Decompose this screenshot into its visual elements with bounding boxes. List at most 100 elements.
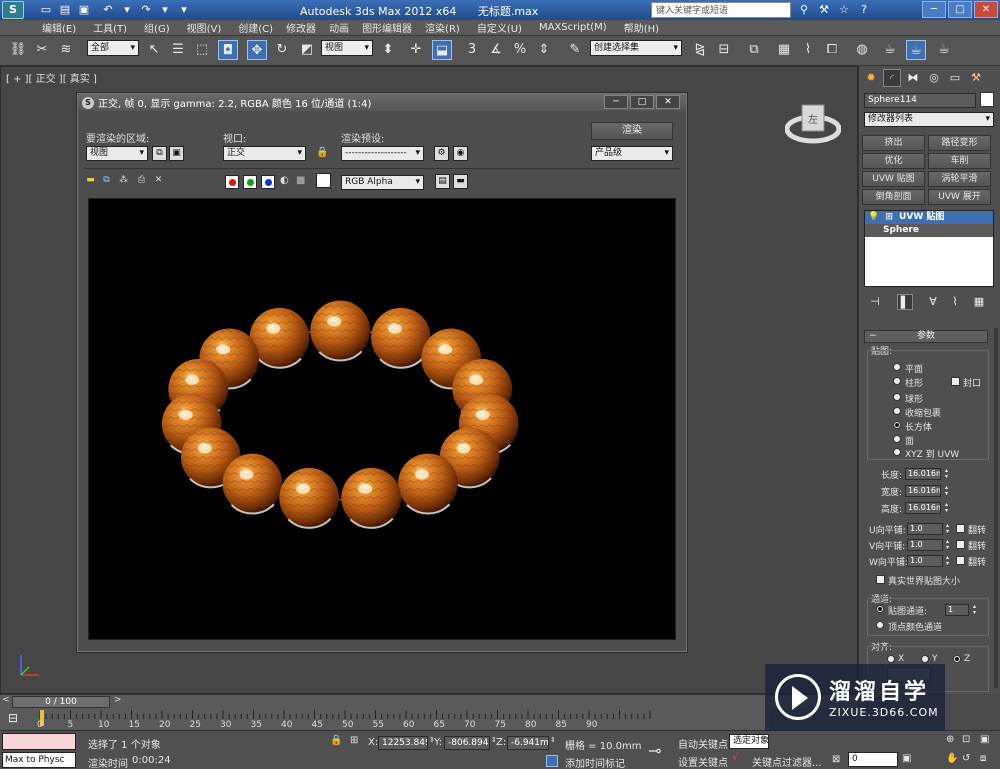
mapping-planar-radio[interactable] [893,363,901,371]
current-frame-field[interactable]: 0 [848,752,898,767]
maxscript-listener-input[interactable] [2,733,76,750]
display-channel-dropdown[interactable]: RGB Alpha [341,175,424,190]
modifier-uvw-map-button[interactable]: UVW 贴图 [862,171,925,187]
zoom-icon[interactable]: ⊕ [946,734,954,745]
key-mode-icon[interactable]: ⊠ [832,754,840,765]
length-spinner-arrows-icon[interactable]: ▴ ▾ [943,468,950,480]
command-panel-scrollbar[interactable] [994,328,998,688]
make-unique-icon[interactable]: ∀ [925,294,941,310]
parameters-rollout-header[interactable]: − 参数 [864,330,988,343]
rectangular-selection-icon[interactable]: ⬚ [192,40,212,60]
pan-icon[interactable]: ✋ [946,753,958,764]
display-tab-icon[interactable]: ▭ [946,69,964,87]
area-to-render-dropdown[interactable]: 视图 [86,146,148,161]
menu-customize[interactable]: 自定义(U) [477,20,522,35]
z-spinner-arrows-icon[interactable]: ⇕ [550,736,556,744]
w-flip-checkbox[interactable] [956,556,965,565]
map-channel-radio[interactable] [876,605,884,613]
render-setup-icon[interactable]: ☕ [880,40,900,60]
close-button[interactable]: ✕ [974,1,998,18]
minimize-button[interactable]: ─ [922,1,946,18]
select-object-icon[interactable]: ↖ [144,40,164,60]
help-icon[interactable]: ? [856,2,872,18]
select-and-move-icon[interactable]: ✥ [247,40,267,60]
pivot-center-icon[interactable]: ⬍ [378,40,398,60]
app-logo-icon[interactable]: S [2,1,24,19]
quick-access-open-icon[interactable]: ▤ [57,2,73,18]
selection-filter-dropdown[interactable]: 全部 [87,40,139,56]
mapping-shrink-wrap-radio[interactable] [893,407,901,415]
mapping-face-radio[interactable] [893,435,901,443]
u-tile-spinner-arrows-icon[interactable]: ▴ ▾ [944,523,951,535]
named-selection-dropdown[interactable]: 创建选择集 [590,40,682,56]
clear-icon[interactable]: ✕ [151,174,166,189]
modifier-unwrap-uvw-button[interactable]: UVW 展开 [928,189,991,205]
menu-graph-editors[interactable]: 图形编辑器 [362,20,412,35]
mapping-cylindrical-radio[interactable] [893,377,901,385]
map-channel-spinner[interactable]: 1 [945,604,969,616]
align-y-radio[interactable] [921,655,929,663]
time-slider-handle[interactable]: 0 / 100 [12,696,110,708]
u-tile-spinner[interactable]: 1.0 [907,523,943,535]
map-channel-spinner-arrows-icon[interactable]: ▴ ▾ [971,604,978,616]
time-slider-next-icon[interactable]: > [114,695,122,705]
swatch-color[interactable] [316,173,331,188]
menu-edit[interactable]: 编辑(E) [42,20,76,35]
render-preset-dropdown[interactable]: ------------------- [341,146,424,161]
reference-coordinate-dropdown[interactable]: 视图 [321,40,373,56]
modifier-lathe-button[interactable]: 车削 [928,153,991,169]
mirror-icon[interactable]: ⧎ [690,40,710,60]
mapping-box-radio[interactable] [893,421,901,429]
object-name-field[interactable]: Sphere114 [864,93,976,108]
graphite-ribbon-icon[interactable]: ▦ [774,40,794,60]
align-x-radio[interactable] [887,655,895,663]
select-by-name-icon[interactable]: ☰ [168,40,188,60]
w-tile-spinner-arrows-icon[interactable]: ▴ ▾ [944,555,951,567]
set-key-button[interactable]: 设置关键点 [678,754,728,769]
configure-sets-icon[interactable]: ▦ [971,294,987,310]
v-tile-spinner[interactable]: 1.0 [907,539,943,551]
render-canvas[interactable] [88,198,676,640]
curve-editor-icon[interactable]: ⌇ [798,40,818,60]
hierarchy-tab-icon[interactable]: ⧓ [904,69,922,87]
length-spinner[interactable]: 16.016m [905,468,941,480]
undo-dropdown-icon[interactable]: ▾ [119,2,135,18]
modifier-extrude-button[interactable]: 挤出 [862,135,925,151]
modifier-turbosmooth-button[interactable]: 涡轮平滑 [928,171,991,187]
x-coordinate-field[interactable]: 12253.849 [378,736,428,750]
search-input[interactable]: 键入关键字或短语 [651,2,791,18]
align-icon[interactable]: ⊟ [714,40,734,60]
menu-group[interactable]: 组(G) [144,20,170,35]
render-production-icon[interactable]: ☕ [934,40,954,60]
orbit-icon[interactable]: ↺ [962,753,970,764]
undo-icon[interactable]: ↶ [100,2,116,18]
align-z-radio[interactable] [953,655,961,663]
y-coordinate-field[interactable]: -806.894m [444,736,490,750]
time-slider-prev-icon[interactable]: < [2,695,10,705]
render-window-minimize-button[interactable]: ─ [604,95,628,109]
material-editor-icon[interactable]: ◍ [852,40,872,60]
redo-dropdown-icon[interactable]: ▾ [157,2,173,18]
maximize-viewport-icon[interactable]: ⧈ [980,753,986,764]
set-key-mode-icon[interactable]: ⊸ [648,741,661,760]
expand-icon[interactable]: ⊞ [885,212,893,222]
unlink-icon[interactable]: ✂ [32,40,52,60]
zoom-all-icon[interactable]: ⊡ [962,734,970,745]
render-button[interactable]: 渲染 [591,122,673,140]
utilities-tab-icon[interactable]: ⚒ [967,69,985,87]
z-coordinate-field[interactable]: -6.941mm [507,736,549,750]
key-selection-dropdown[interactable]: 选定对象 [729,734,769,749]
print-image-icon[interactable]: ⎙ [134,174,149,189]
layer-manager-icon[interactable]: ⧉ [744,40,764,60]
menu-tools[interactable]: 工具(T) [93,20,127,35]
percent-snap-icon[interactable]: % [510,40,530,60]
schematic-view-icon[interactable]: ⧠ [822,40,842,60]
absolute-mode-icon[interactable]: ⊞ [350,735,358,746]
quick-access-new-icon[interactable]: ▭ [38,2,54,18]
select-and-rotate-icon[interactable]: ↻ [272,40,292,60]
binoculars-icon[interactable]: ⚲ [796,2,812,18]
toggle-ui-overlay-icon[interactable]: ▤ [435,174,450,189]
select-and-manipulate-icon[interactable]: ✛ [406,40,426,60]
red-channel-toggle[interactable] [225,175,239,189]
height-spinner-arrows-icon[interactable]: ▴ ▾ [943,502,950,514]
